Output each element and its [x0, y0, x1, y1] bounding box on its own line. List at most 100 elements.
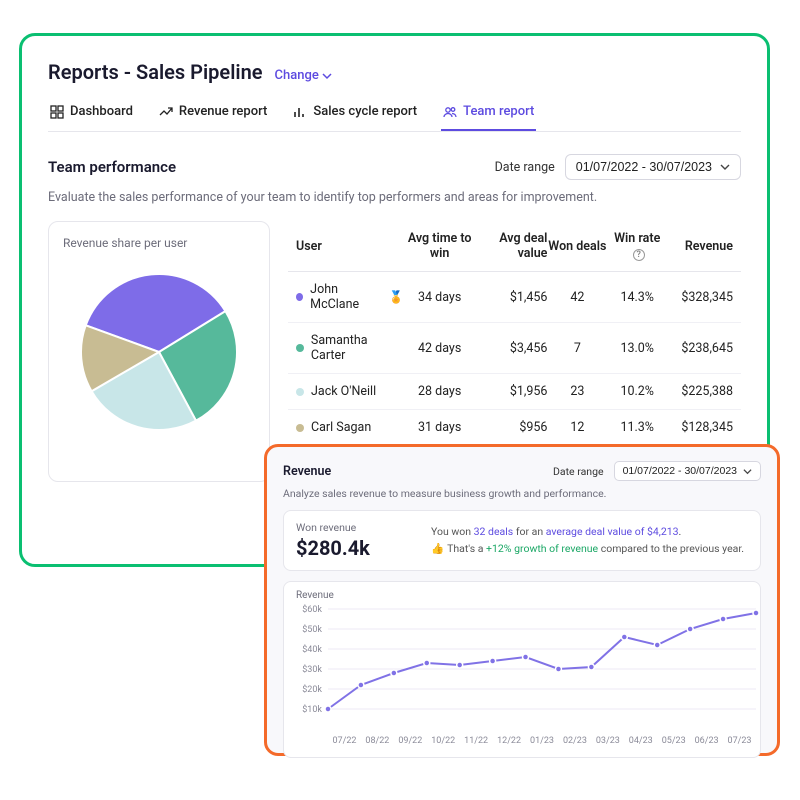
medal-icon: 🏅 [389, 290, 404, 304]
tabs: Dashboard Revenue report Sales cycle rep… [48, 104, 741, 132]
kpi-label: Won revenue [296, 521, 411, 534]
table-row[interactable]: Samantha Carter42 days$3,456713.0%$238,6… [288, 323, 741, 374]
svg-text:09/22: 09/22 [398, 736, 422, 746]
revenue-panel: Revenue Date range 01/07/2022 - 30/07/20… [264, 444, 780, 756]
tab-salescycle[interactable]: Sales cycle report [291, 104, 419, 131]
help-icon[interactable]: ? [633, 249, 645, 261]
pie-chart [63, 260, 255, 440]
cell-revenue: $128,345 [667, 420, 733, 435]
col-avg-time: Avg time to win [404, 231, 476, 261]
cell-avg-time: 28 days [404, 384, 476, 399]
svg-text:$60k: $60k [302, 604, 322, 615]
cell-avg-deal: $1,956 [476, 384, 548, 399]
thumbs-up-icon: 👍 [431, 542, 444, 555]
user-name: Carl Sagan [311, 420, 371, 435]
svg-text:08/22: 08/22 [365, 736, 389, 746]
table-row[interactable]: Jack O'Neill28 days$1,9562310.2%$225,388 [288, 374, 741, 410]
section-bar: Team performance Date range 01/07/2022 -… [48, 154, 741, 180]
date-range-value: 01/07/2022 - 30/07/2023 [623, 465, 737, 477]
kpi-summary: You won 32 deals for an average deal val… [431, 524, 744, 557]
col-won: Won deals [547, 239, 607, 254]
kpi-value: $280.4k [296, 536, 411, 560]
svg-text:12/22: 12/22 [497, 736, 521, 746]
cell-winrate: 10.2% [607, 384, 667, 399]
cell-winrate: 11.3% [607, 420, 667, 435]
chevron-down-icon [743, 467, 752, 476]
section-desc: Evaluate the sales performance of your t… [48, 190, 741, 205]
cell-avg-deal: $956 [476, 420, 548, 435]
user-color-dot [296, 344, 304, 352]
deals-count: 32 deals [474, 525, 514, 538]
pie-title: Revenue share per user [63, 236, 255, 250]
cell-avg-deal: $1,456 [476, 290, 548, 305]
tab-dashboard[interactable]: Dashboard [48, 104, 135, 131]
revenue-title: Revenue [283, 464, 331, 479]
cell-revenue: $328,345 [667, 290, 733, 305]
user-name: Samantha Carter [311, 333, 404, 363]
tab-label: Dashboard [70, 104, 133, 119]
tab-label: Revenue report [179, 104, 267, 119]
users-icon [443, 105, 457, 119]
svg-text:10/22: 10/22 [431, 736, 455, 746]
svg-text:07/23: 07/23 [728, 736, 752, 746]
chart-title: Revenue [288, 590, 756, 601]
user-color-dot [296, 424, 304, 432]
table-row[interactable]: Carl Sagan31 days$9561211.3%$128,345 [288, 410, 741, 446]
kpi-card: Won revenue $280.4k You won 32 deals for… [283, 510, 761, 571]
svg-text:07/22: 07/22 [332, 736, 356, 746]
user-cell: Samantha Carter [296, 333, 404, 363]
svg-text:$40k: $40k [302, 644, 322, 655]
change-report-link[interactable]: Change [275, 68, 332, 83]
date-range-label: Date range [495, 160, 555, 175]
svg-text:01/23: 01/23 [530, 736, 554, 746]
cell-avg-time: 42 days [404, 341, 476, 356]
pie-card: Revenue share per user [48, 221, 270, 482]
performance-table: User Avg time to win Avg deal value Won … [288, 221, 741, 482]
revenue-line-chart: $10k$20k$30k$40k$50k$60k07/2208/2209/221… [288, 601, 766, 749]
chevron-down-icon [322, 71, 332, 81]
table-row[interactable]: John McClane🏅34 days$1,4564214.3%$328,34… [288, 272, 741, 323]
user-color-dot [296, 293, 303, 301]
cell-winrate: 14.3% [607, 290, 667, 305]
svg-text:04/23: 04/23 [629, 736, 653, 746]
cell-avg-time: 31 days [404, 420, 476, 435]
date-range-picker[interactable]: 01/07/2022 - 30/07/2023 [565, 154, 741, 180]
svg-text:03/23: 03/23 [596, 736, 620, 746]
user-cell: Carl Sagan [296, 420, 404, 435]
tab-label: Team report [463, 104, 534, 119]
revenue-header: Revenue Date range 01/07/2022 - 30/07/20… [283, 461, 761, 481]
kpi-left: Won revenue $280.4k [296, 521, 411, 560]
trend-up-icon [159, 105, 173, 119]
user-cell: Jack O'Neill [296, 384, 404, 399]
kpi-line-2: 👍That's a +12% growth of revenue compare… [431, 541, 744, 557]
date-range-group: Date range 01/07/2022 - 30/07/2023 [495, 154, 741, 180]
col-user: User [296, 239, 404, 254]
cell-won: 7 [547, 341, 607, 356]
cell-won: 42 [547, 290, 607, 305]
revenue-chart-card: Revenue $10k$20k$30k$40k$50k$60k07/2208/… [283, 581, 761, 758]
svg-text:05/23: 05/23 [662, 736, 686, 746]
cell-winrate: 13.0% [607, 341, 667, 356]
revenue-date-range-group: Date range 01/07/2022 - 30/07/2023 [553, 461, 761, 481]
revenue-desc: Analyze sales revenue to measure busines… [283, 487, 761, 500]
cell-won: 23 [547, 384, 607, 399]
svg-text:$50k: $50k [302, 624, 322, 635]
date-range-picker[interactable]: 01/07/2022 - 30/07/2023 [614, 461, 761, 481]
kpi-line-1: You won 32 deals for an average deal val… [431, 524, 744, 540]
page-title: Reports - Sales Pipeline [48, 60, 263, 84]
tab-team[interactable]: Team report [441, 104, 536, 131]
tab-revenue[interactable]: Revenue report [157, 104, 269, 131]
cell-avg-deal: $3,456 [476, 341, 548, 356]
cell-avg-time: 34 days [404, 290, 476, 305]
cell-revenue: $238,645 [667, 341, 733, 356]
chevron-down-icon [720, 162, 730, 172]
col-avg-deal: Avg deal value [476, 231, 548, 261]
svg-text:02/23: 02/23 [563, 736, 587, 746]
col-winrate: Win rate? [607, 231, 667, 261]
bar-chart-icon [293, 105, 307, 119]
avg-deal-value: average deal value of $4,213 [546, 525, 679, 538]
svg-text:11/22: 11/22 [464, 736, 488, 746]
tab-label: Sales cycle report [313, 104, 417, 119]
change-label: Change [275, 68, 319, 83]
content-row: Revenue share per user User Avg time to … [48, 221, 741, 482]
